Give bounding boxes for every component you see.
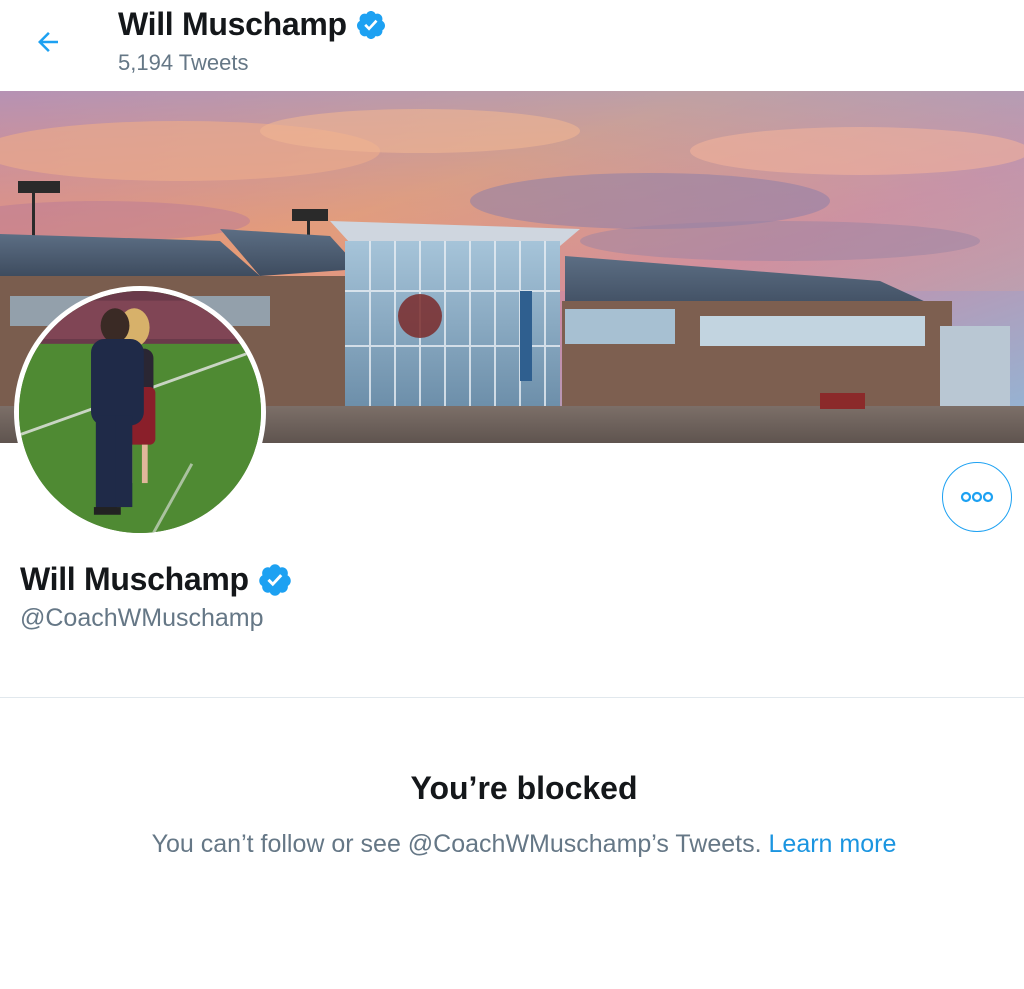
- blocked-message-row: You can’t follow or see @CoachWMuschamp’…: [0, 830, 1024, 859]
- verified-badge-icon: [356, 10, 385, 39]
- profile-name: Will Muschamp: [20, 561, 249, 597]
- tweet-count: 5,194 Tweets: [118, 50, 249, 75]
- arrow-left-icon: [38, 32, 58, 52]
- profile-handle: @CoachWMuschamp: [20, 604, 264, 632]
- learn-more-link[interactable]: Learn more: [769, 830, 897, 858]
- top-header: Will Muschamp 5,194 Tweets: [0, 0, 1024, 91]
- more-options-button[interactable]: [942, 462, 1012, 532]
- header-title-group: Will Muschamp: [118, 6, 387, 43]
- verified-badge-icon: [258, 563, 291, 596]
- more-options-icon: [960, 491, 994, 503]
- section-divider: [0, 697, 1024, 698]
- profile-name-group: Will Muschamp: [20, 561, 293, 598]
- profile-avatar[interactable]: [14, 286, 266, 538]
- back-button[interactable]: [26, 22, 70, 62]
- blocked-title: You’re blocked: [410, 770, 638, 806]
- avatar-image: [19, 291, 261, 533]
- header-title: Will Muschamp: [118, 6, 347, 42]
- blocked-message: You can’t follow or see @CoachWMuschamp’…: [151, 830, 762, 858]
